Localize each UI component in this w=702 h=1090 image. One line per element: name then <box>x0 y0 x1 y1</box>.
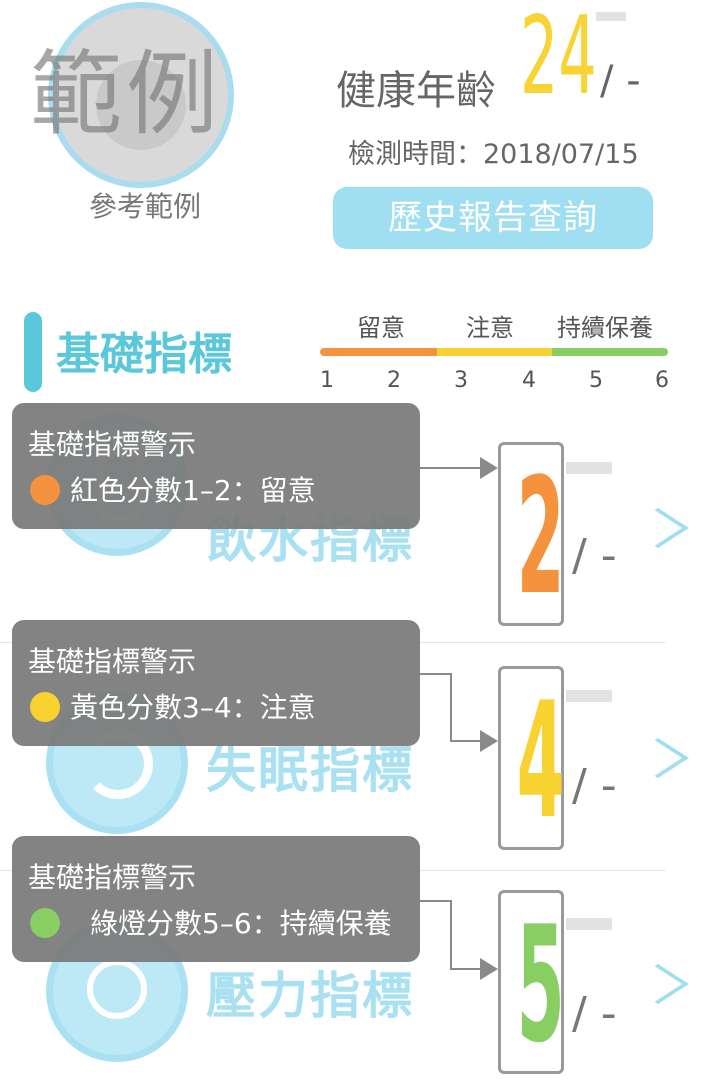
tooltip-connector <box>450 673 452 742</box>
sample-watermark: 範例 <box>30 41 223 148</box>
scale-tick: 2 <box>387 368 401 393</box>
score-box-sleep: 4 <box>498 666 565 854</box>
tooltip-connector <box>420 900 452 902</box>
scale-tick: 4 <box>522 368 536 393</box>
tooltip-title: 基礎指標警示 <box>28 645 197 678</box>
score-value-sleep: 4 <box>516 667 565 854</box>
scale-segment-orange <box>320 348 437 356</box>
legend-label-maintain: 持續保養 <box>557 314 653 342</box>
scale-tick: 1 <box>320 368 334 393</box>
arrow-right-icon <box>480 457 498 479</box>
chevron-right-icon <box>627 963 689 1005</box>
health-age-value: 24 <box>520 0 597 119</box>
tooltip-connector <box>420 467 482 469</box>
open-sleep-detail-button[interactable] <box>627 704 689 814</box>
legend-label-caution: 留意 <box>357 314 405 342</box>
legend-label-attention: 注意 <box>466 314 514 342</box>
health-age-label: 健康年齡 <box>336 68 496 114</box>
scale-segment-green <box>552 348 668 356</box>
score-suffix-stress: / - <box>572 988 617 1039</box>
open-stress-detail-button[interactable] <box>627 930 689 1040</box>
yellow-dot-icon <box>30 692 60 722</box>
arrow-right-icon <box>480 730 498 752</box>
score-dash-decoration <box>566 690 612 702</box>
score-value-water: 2 <box>516 443 565 630</box>
scale-tick: 5 <box>589 368 603 393</box>
tooltip-text: 黃色分數3–4：注意 <box>70 691 316 724</box>
tooltip-connector <box>420 673 452 675</box>
score-suffix-sleep: / - <box>572 760 617 811</box>
tooltip-connector <box>450 740 482 742</box>
health-age-suffix: / - <box>600 58 641 104</box>
arrow-right-icon <box>480 958 498 980</box>
score-dash-decoration <box>566 462 612 474</box>
scale-segment-yellow <box>437 348 552 356</box>
tooltip-text: 紅色分數1–2：留意 <box>70 474 316 507</box>
chevron-right-icon <box>627 507 689 549</box>
tooltip-text: 綠燈分數5–6：持續保養 <box>90 907 392 940</box>
score-box-stress: 5 <box>498 890 565 1078</box>
tooltip-connector <box>450 900 452 970</box>
chevron-right-icon <box>627 737 689 779</box>
age-dash-decoration <box>596 12 626 21</box>
indicator-name-stress: 壓力指標 <box>206 967 414 1025</box>
score-dash-decoration <box>566 918 612 930</box>
section-accent-bar <box>24 312 42 392</box>
avatar-caption: 參考範例 <box>88 190 201 223</box>
scale-tick: 6 <box>655 368 669 393</box>
tooltip-connector <box>450 968 482 970</box>
score-value-stress: 5 <box>516 891 565 1078</box>
section-title: 基礎指標 <box>56 329 232 380</box>
history-report-button[interactable]: 歷史報告查詢 <box>333 187 653 249</box>
tooltip-red-score: 基礎指標警示 紅色分數1–2：留意 <box>12 403 420 529</box>
check-time: 檢測時間：2018/07/15 <box>348 139 639 170</box>
tooltip-yellow-score: 基礎指標警示 黃色分數3–4：注意 <box>12 620 420 746</box>
open-water-detail-button[interactable] <box>627 474 689 584</box>
orange-dot-icon <box>30 475 60 505</box>
score-box-water: 2 <box>498 442 565 630</box>
tooltip-title: 基礎指標警示 <box>28 428 197 461</box>
tooltip-green-score: 基礎指標警示 綠燈分數5–6：持續保養 <box>12 836 420 962</box>
green-dot-icon <box>30 908 60 938</box>
tooltip-title: 基礎指標警示 <box>28 861 197 894</box>
score-suffix-water: / - <box>572 530 617 581</box>
scale-tick: 3 <box>454 368 468 393</box>
